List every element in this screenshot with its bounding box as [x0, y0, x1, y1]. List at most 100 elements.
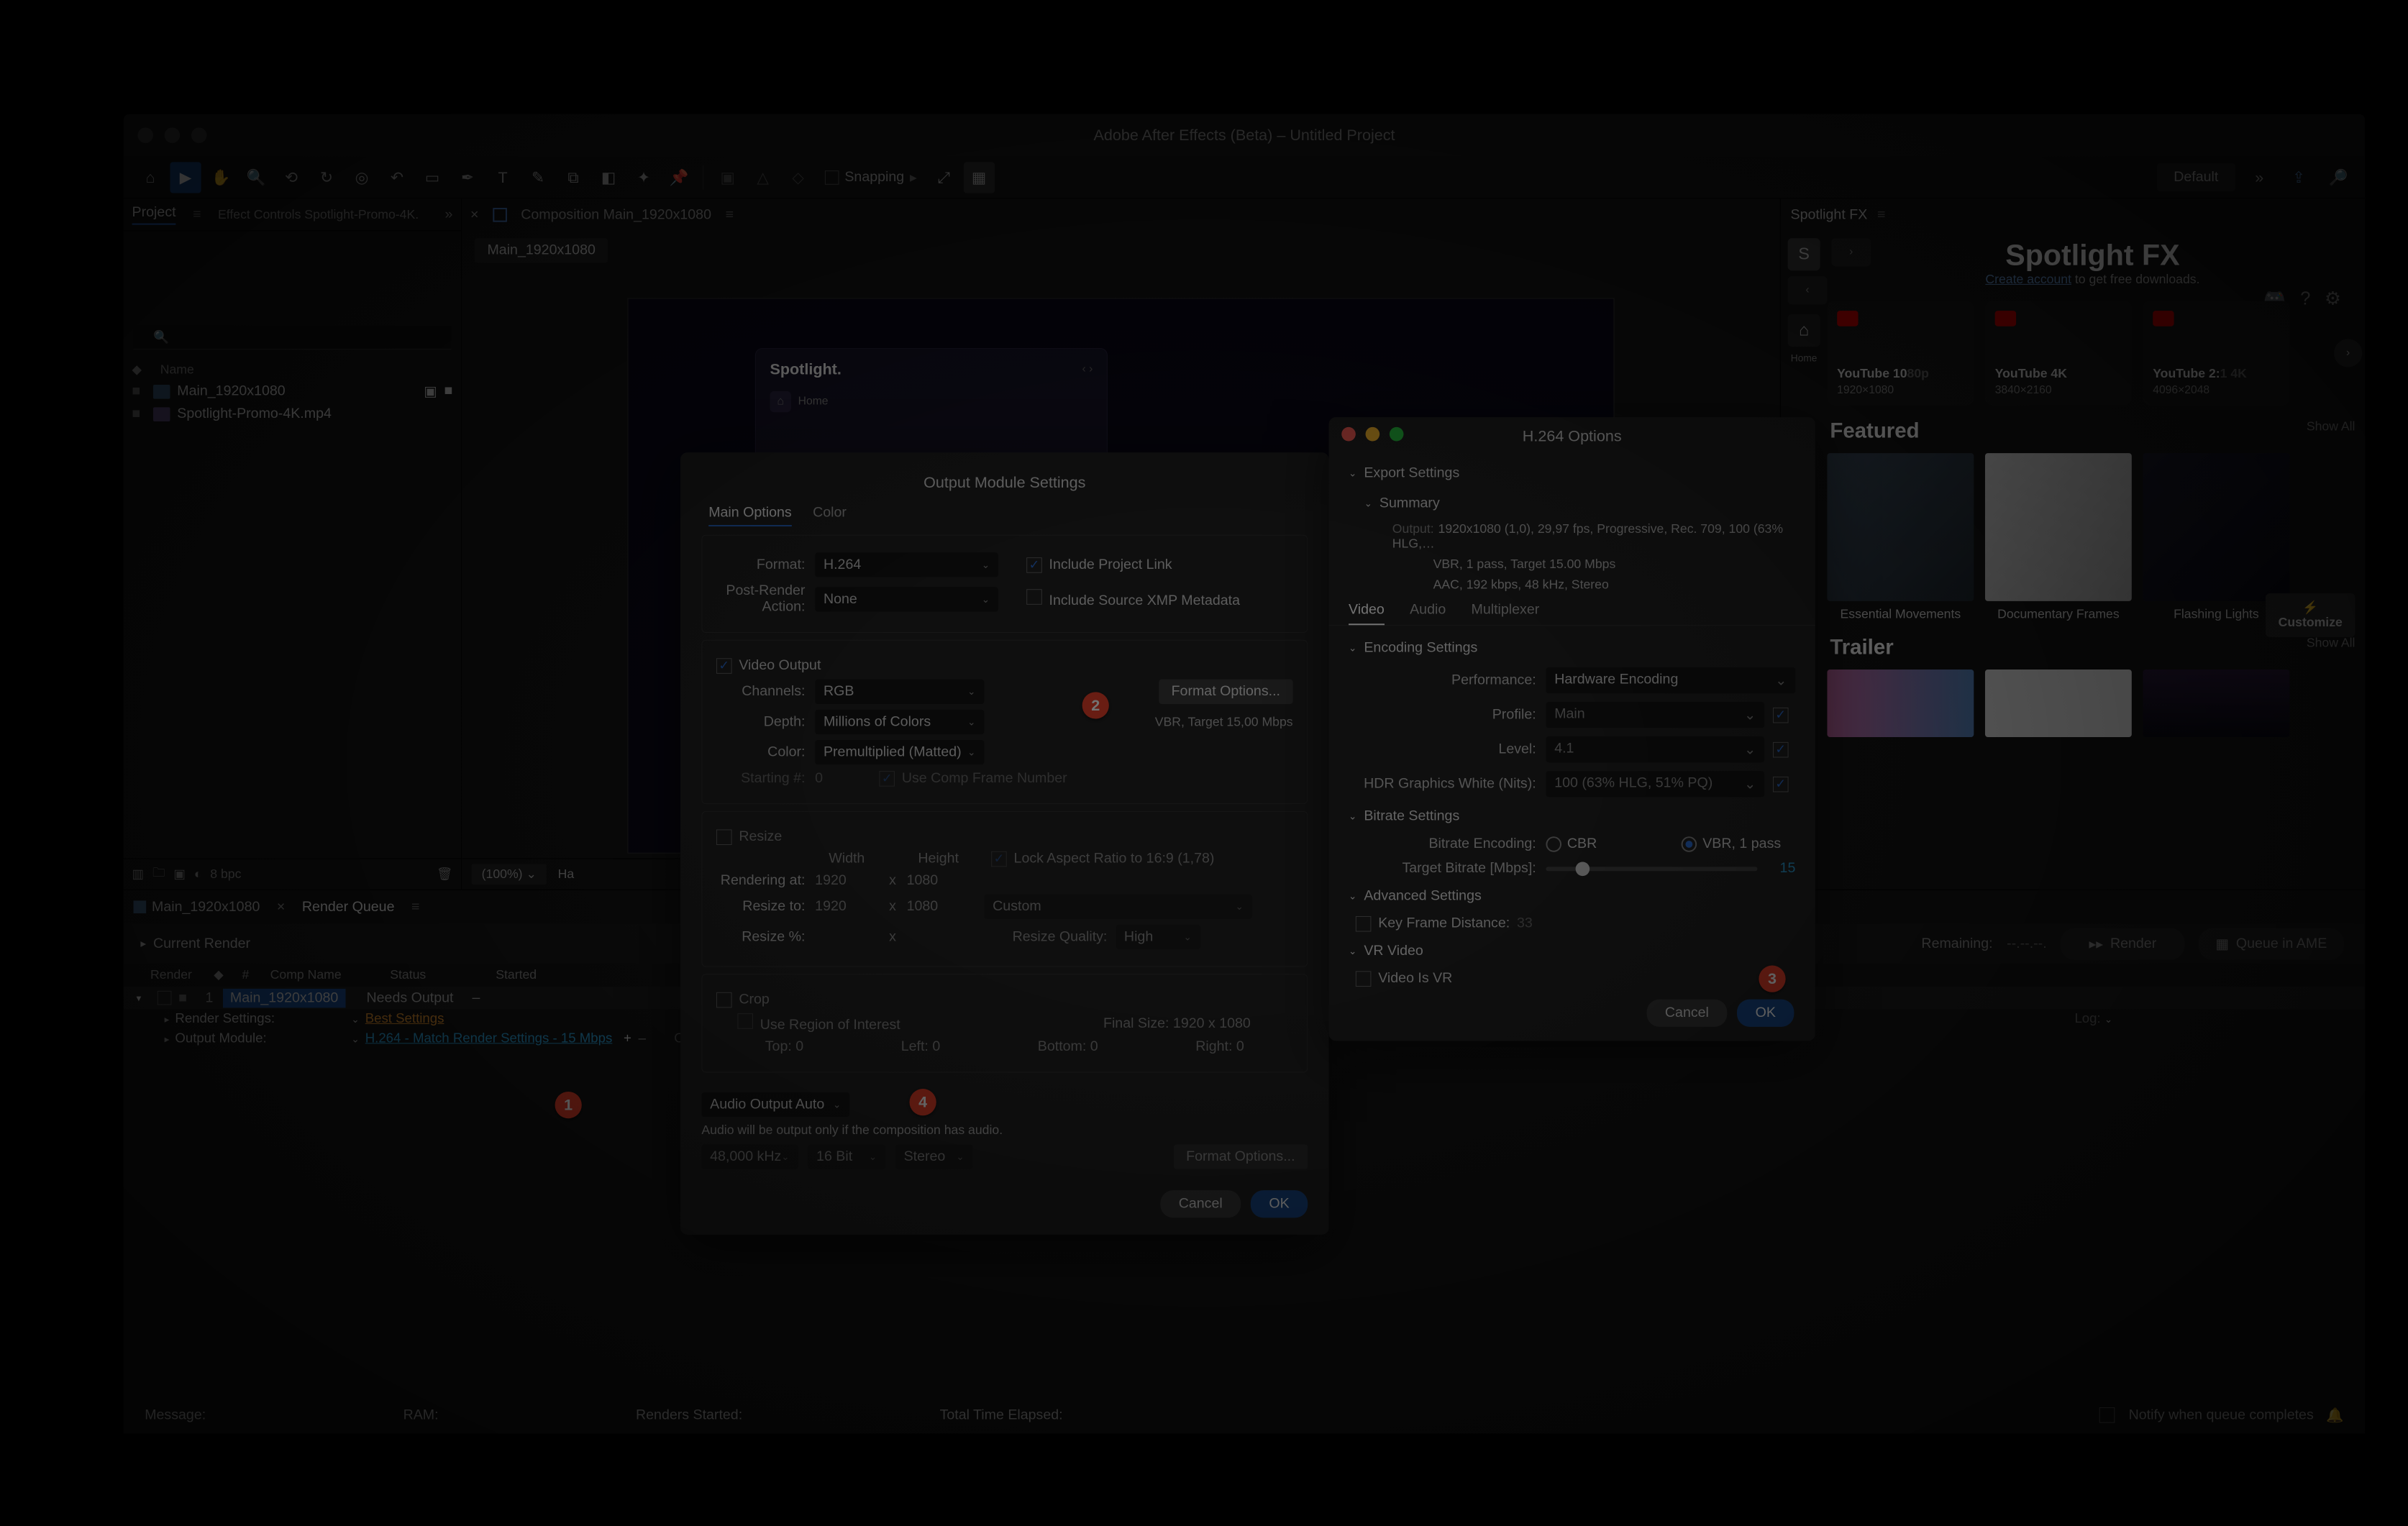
preset-card[interactable]: YouTube 2:1 4K4096×2048: [2143, 301, 2290, 405]
tab-color[interactable]: Color: [813, 505, 847, 526]
audio-bit-dropdown[interactable]: 16 Bit⌄: [808, 1144, 885, 1169]
roto-tool-icon[interactable]: ✦: [628, 162, 659, 193]
bezier-icon[interactable]: ◇: [783, 162, 813, 193]
nav-fwd-icon[interactable]: ›: [1831, 238, 1871, 266]
ok-button[interactable]: OK: [1251, 1190, 1308, 1217]
tab-video[interactable]: Video: [1349, 602, 1385, 625]
search-icon[interactable]: 🔎: [2322, 162, 2353, 193]
maximize-icon[interactable]: [1390, 427, 1404, 442]
tab-main-options[interactable]: Main Options: [708, 505, 791, 526]
brush-tool-icon[interactable]: ✎: [522, 162, 553, 193]
profile-auto-checkbox[interactable]: [1773, 707, 1789, 723]
bell-icon[interactable]: 🔔: [2326, 1407, 2343, 1425]
resize-preset-dropdown[interactable]: Custom⌄: [984, 895, 1251, 919]
trailer-item[interactable]: [1985, 670, 2132, 737]
grid-icon[interactable]: ▦: [964, 162, 995, 193]
crop-checkbox[interactable]: [716, 992, 732, 1008]
is-vr-checkbox[interactable]: [1356, 971, 1372, 987]
resize-checkbox[interactable]: [716, 829, 732, 845]
preset-card[interactable]: YouTube 1080p1920×1080: [1827, 301, 1974, 405]
new-comp-icon[interactable]: ▣: [173, 867, 186, 882]
show-all-link[interactable]: Show All: [2307, 419, 2355, 443]
home-icon[interactable]: ⌂: [134, 162, 165, 193]
project-search-input[interactable]: [134, 326, 452, 349]
performance-dropdown[interactable]: Hardware Encoding⌄: [1546, 667, 1795, 693]
shape-mode-icon[interactable]: △: [747, 162, 778, 193]
minimize-icon[interactable]: [1366, 427, 1380, 442]
profile-dropdown[interactable]: Main⌄: [1546, 702, 1764, 728]
carousel-next-icon[interactable]: ›: [2334, 339, 2362, 367]
puppet-tool-icon[interactable]: 📌: [663, 162, 694, 193]
remove-module-button[interactable]: –: [639, 1031, 646, 1047]
queue-ame-button[interactable]: ▦Queue in AME: [2199, 928, 2344, 959]
show-all-link[interactable]: Show All: [2307, 636, 2355, 659]
tab-effect-controls[interactable]: Effect Controls Spotlight-Promo-4K.: [218, 207, 419, 222]
fx-home-icon[interactable]: ⌂: [1788, 314, 1820, 347]
comp-menu-icon[interactable]: ×: [470, 207, 478, 224]
include-link-checkbox[interactable]: [1026, 557, 1042, 573]
tab-timeline-comp[interactable]: Main_1920x1080: [134, 899, 260, 915]
minimize-window-icon[interactable]: [165, 127, 181, 143]
export-settings-toggle[interactable]: ⌄Export Settings: [1329, 458, 1815, 488]
audio-channels-dropdown[interactable]: Stereo⌄: [895, 1144, 973, 1169]
cancel-button[interactable]: Cancel: [1646, 1000, 1727, 1027]
workspace-selector[interactable]: Default: [2157, 163, 2235, 191]
clone-tool-icon[interactable]: ⧉: [557, 162, 588, 193]
use-roi-checkbox[interactable]: [737, 1013, 753, 1029]
video-output-checkbox[interactable]: [716, 658, 732, 674]
maximize-window-icon[interactable]: [191, 127, 207, 143]
channels-dropdown[interactable]: RGB⌄: [815, 680, 984, 704]
lock-ar-checkbox[interactable]: [991, 851, 1007, 867]
project-item-footage[interactable]: ■ Spotlight-Promo-4K.mp4: [124, 403, 461, 425]
depth-dropdown[interactable]: Millions of Colors⌄: [815, 710, 984, 734]
cancel-button[interactable]: Cancel: [1160, 1190, 1241, 1217]
audio-output-dropdown[interactable]: Audio Output Auto⌄: [701, 1092, 849, 1117]
type-tool-icon[interactable]: T: [487, 162, 518, 193]
render-button[interactable]: ▸▸Render: [2061, 928, 2184, 959]
add-module-button[interactable]: +: [624, 1031, 631, 1047]
trailer-item[interactable]: [1827, 670, 1974, 737]
hand-tool-icon[interactable]: ✋: [205, 162, 236, 193]
audio-rate-dropdown[interactable]: 48,000 kHz⌄: [701, 1144, 798, 1169]
zoom-dropdown[interactable]: (100%) ⌄: [472, 864, 547, 884]
undo-icon[interactable]: ↶: [381, 162, 412, 193]
adjust-icon[interactable]: ◐: [194, 867, 202, 882]
post-render-dropdown[interactable]: None⌄: [815, 587, 998, 611]
snap-opts-icon[interactable]: ▸: [910, 168, 917, 186]
zoom-tool-icon[interactable]: 🔍: [240, 162, 271, 193]
resize-quality-dropdown[interactable]: High⌄: [1116, 925, 1200, 949]
include-xmp-checkbox[interactable]: [1026, 589, 1042, 605]
kf-checkbox[interactable]: [1356, 915, 1372, 931]
output-module-link[interactable]: H.264 - Match Render Settings - 15 Mbps: [365, 1031, 613, 1047]
level-dropdown[interactable]: 4.1⌄: [1546, 736, 1764, 762]
featured-item[interactable]: Documentary Frames: [1985, 453, 2132, 621]
snapping-checkbox[interactable]: [825, 170, 839, 185]
hdr-dropdown[interactable]: 100 (63% HLG, 51% PQ)⌄: [1546, 771, 1764, 797]
close-icon[interactable]: [1341, 427, 1356, 442]
format-options-button[interactable]: Format Options...: [1159, 680, 1293, 704]
tab-multiplexer[interactable]: Multiplexer: [1472, 602, 1540, 625]
camera-tool-icon[interactable]: ◎: [346, 162, 377, 193]
hdr-auto-checkbox[interactable]: [1773, 776, 1789, 792]
vbr-radio[interactable]: [1682, 836, 1697, 852]
breadcrumb[interactable]: Main_1920x1080: [475, 238, 608, 262]
eraser-tool-icon[interactable]: ◧: [593, 162, 624, 193]
rotation-tool-icon[interactable]: ↻: [311, 162, 342, 193]
encoding-settings-toggle[interactable]: ⌄Encoding Settings: [1329, 633, 1815, 663]
tab-spotlight-fx[interactable]: Spotlight FX: [1791, 207, 1868, 224]
preset-card[interactable]: YouTube 4K3840×2160: [1985, 301, 2132, 405]
panel-more-icon[interactable]: »: [445, 206, 453, 223]
selection-tool-icon[interactable]: ▶: [170, 162, 201, 193]
vr-video-toggle[interactable]: ⌄VR Video: [1329, 936, 1815, 966]
trash-icon[interactable]: 🗑: [437, 867, 452, 882]
customize-button[interactable]: ⚡Customize: [2266, 593, 2355, 637]
render-settings-link[interactable]: Best Settings: [365, 1011, 444, 1027]
bpc-badge[interactable]: 8 bpc: [210, 867, 241, 882]
target-bitrate-slider[interactable]: [1546, 867, 1757, 871]
level-auto-checkbox[interactable]: [1773, 741, 1789, 757]
mask-mode-icon[interactable]: ▣: [712, 162, 743, 193]
comp-tab[interactable]: Composition Main_1920x1080: [521, 207, 711, 224]
project-item-comp[interactable]: ■ Main_1920x1080 ▣■: [124, 380, 461, 403]
close-window-icon[interactable]: [137, 127, 153, 143]
create-account-link[interactable]: Create account: [1985, 272, 2071, 286]
